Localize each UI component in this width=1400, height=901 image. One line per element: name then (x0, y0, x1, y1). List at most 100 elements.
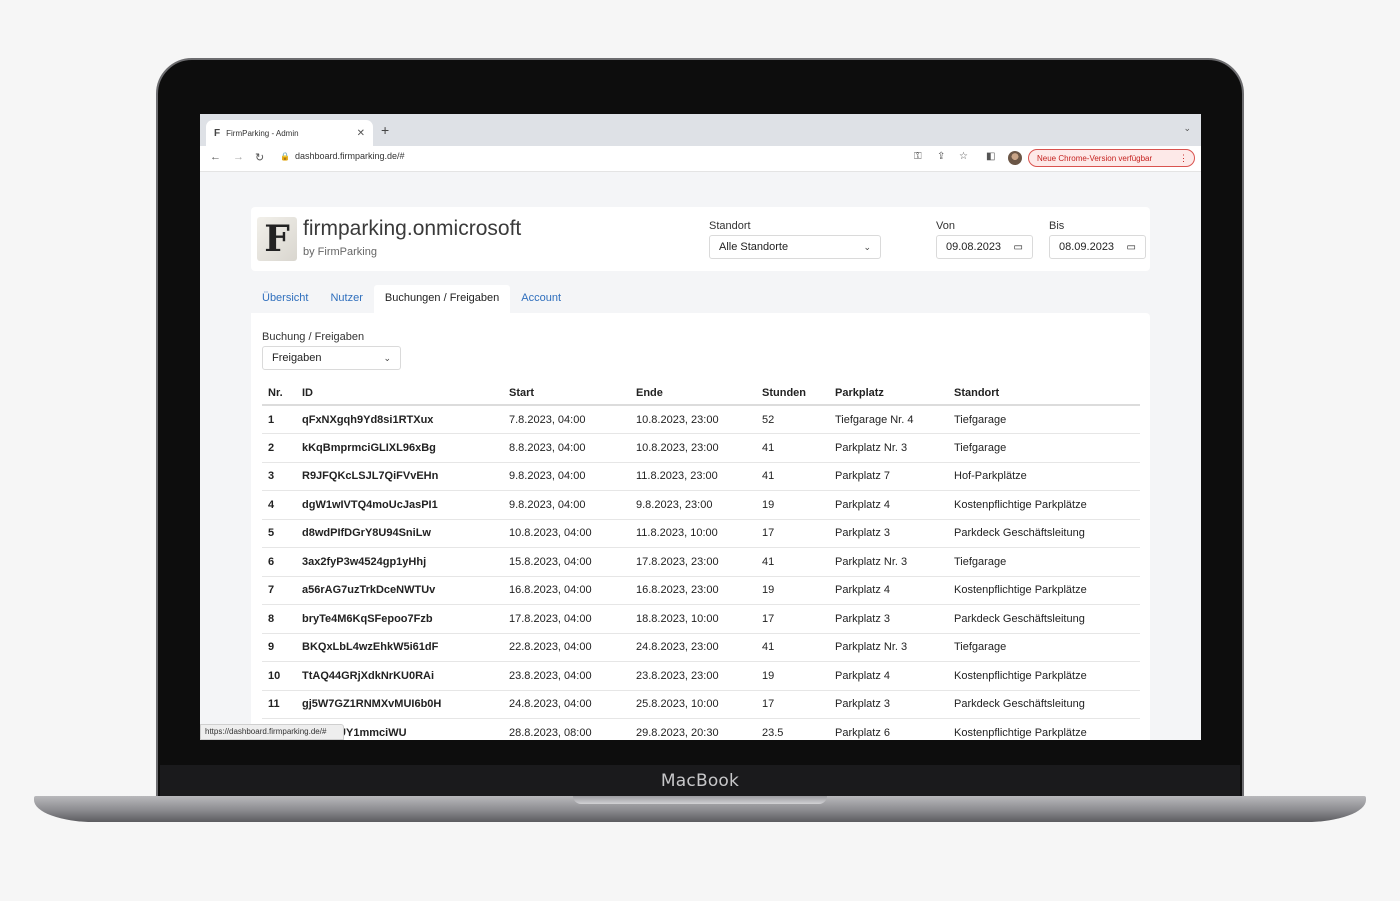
cell-parkplatz: Parkplatz 7 (829, 462, 948, 491)
cell-parkplatz: Parkplatz 4 (829, 490, 948, 520)
table-row[interactable]: 11 gj5W7GZ1RNMXvMUI6b0H 24.8.2023, 04:00 25… (262, 690, 1140, 719)
org-name: firmparking.onmicrosoft (303, 217, 522, 240)
calendar-icon: ▭ (1013, 241, 1023, 253)
tab-uebersicht[interactable]: Übersicht (251, 285, 319, 313)
cell-ende: 9.8.2023, 23:00 (630, 490, 756, 520)
cell-stunden: 41 (756, 433, 829, 463)
cell-id: bryTe4M6KqSFepoo7Fzb (296, 604, 503, 634)
cell-ende: 23.8.2023, 23:00 (630, 661, 756, 691)
cell-parkplatz: Parkplatz 3 (829, 604, 948, 634)
cell-id: dgW1wIVTQ4moUcJasPI1 (296, 490, 503, 520)
cell-nr: 11 (262, 690, 296, 719)
table-row[interactable]: 1 qFxNXgqh9Yd8si1RTXux 7.8.2023, 04:00 10.8… (262, 405, 1140, 434)
cell-start: 9.8.2023, 04:00 (503, 462, 630, 491)
col-header-ende: Ende (630, 381, 756, 406)
cell-nr: 3 (262, 462, 296, 491)
new-tab-icon[interactable]: + (381, 122, 389, 138)
table-row[interactable]: 9 BKQxLbL4wzEhkW5i61dF 22.8.2023, 04:00 24.… (262, 633, 1140, 662)
cell-standort: Tiefgarage (948, 405, 1140, 434)
cell-standort: Kostenpflichtige Parkplätze (948, 490, 1140, 520)
key-icon[interactable]: ⚿ (914, 151, 922, 162)
cell-standort: Tiefgarage (948, 633, 1140, 662)
cell-id: a56rAG7uzTrkDceNWTUv (296, 576, 503, 605)
star-icon[interactable]: ☆ (959, 151, 968, 162)
table-row[interactable]: 6 3ax2fyP3w4524gp1yHhj 15.8.2023, 04:00 17.… (262, 547, 1140, 577)
status-url-tooltip: https://dashboard.firmparking.de/# (200, 724, 344, 740)
logo-icon: F (257, 217, 297, 261)
table-row[interactable]: 5 d8wdPIfDGrY8U94SniLw 10.8.2023, 04:00 11.… (262, 519, 1140, 548)
cell-ende: 18.8.2023, 10:00 (630, 604, 756, 634)
cell-ende: 10.8.2023, 23:00 (630, 405, 756, 434)
cell-nr: 6 (262, 547, 296, 577)
bis-label: Bis (1049, 220, 1065, 232)
forward-icon[interactable]: → (233, 151, 244, 163)
cell-parkplatz: Parkplatz 3 (829, 690, 948, 719)
cell-start: 9.8.2023, 04:00 (503, 490, 630, 520)
cell-ende: 10.8.2023, 23:00 (630, 433, 756, 463)
von-label: Von (936, 220, 955, 232)
cell-start: 17.8.2023, 04:00 (503, 604, 630, 634)
tab-buchungen-freigaben[interactable]: Buchungen / Freigaben (373, 285, 511, 313)
col-header-standort: Standort (948, 381, 1140, 406)
cell-nr: 9 (262, 633, 296, 662)
cell-start: 10.8.2023, 04:00 (503, 519, 630, 548)
bis-value: 08.09.2023 (1059, 241, 1115, 253)
cell-nr: 5 (262, 519, 296, 548)
cell-nr: 1 (262, 405, 296, 434)
table-row[interactable]: 10 TtAQ44GRjXdkNrKU0RAi 23.8.2023, 04:00 23… (262, 661, 1140, 691)
table-row[interactable]: 8 bryTe4M6KqSFepoo7Fzb 17.8.2023, 04:00 18.… (262, 604, 1140, 634)
cell-parkplatz: Parkplatz 6 (829, 718, 948, 740)
von-date-input[interactable]: 09.08.2023 ▭ (936, 235, 1033, 259)
table-row[interactable]: 7 a56rAG7uzTrkDceNWTUv 16.8.2023, 04:00 16.… (262, 576, 1140, 605)
cell-ende: 11.8.2023, 23:00 (630, 462, 756, 491)
lock-icon: 🔒 (280, 151, 290, 161)
cell-nr: 7 (262, 576, 296, 605)
profile-avatar-icon[interactable] (1008, 151, 1022, 165)
cell-stunden: 41 (756, 547, 829, 577)
cell-standort: Kostenpflichtige Parkplätze (948, 576, 1140, 605)
cell-start: 24.8.2023, 04:00 (503, 690, 630, 719)
table-row[interactable]: 4 dgW1wIVTQ4moUcJasPI1 9.8.2023, 04:00 9.8.… (262, 490, 1140, 520)
address-bar[interactable]: 🔒 dashboard.firmparking.de/# (280, 151, 405, 161)
calendar-icon: ▭ (1126, 241, 1136, 253)
back-icon[interactable]: ← (210, 151, 221, 163)
browser-tab[interactable]: F FirmParking - Admin ✕ (206, 120, 373, 146)
content-card: Buchung / Freigaben Freigaben ⌄ Nr. ID S… (251, 313, 1150, 740)
cell-standort: Parkdeck Geschäftsleitung (948, 519, 1140, 548)
browser-toolbar: ← → ↻ 🔒 dashboard.firmparking.de/# ⚿ ⇪ ☆… (200, 146, 1201, 172)
cell-id: BKQxLbL4wzEhkW5i61dF (296, 633, 503, 662)
cell-start: 22.8.2023, 04:00 (503, 633, 630, 662)
cell-nr: 4 (262, 490, 296, 520)
cell-ende: 25.8.2023, 10:00 (630, 690, 756, 719)
cell-nr: 10 (262, 661, 296, 691)
cell-id: R9JFQKcLSJL7QiFVvEHn (296, 462, 503, 491)
von-value: 09.08.2023 (946, 241, 1002, 253)
cell-parkplatz: Parkplatz 3 (829, 519, 948, 548)
standort-select[interactable]: Alle Standorte ⌄ (709, 235, 881, 259)
chevron-down-icon[interactable]: ⌄ (1183, 123, 1191, 134)
close-icon[interactable]: ✕ (357, 128, 365, 139)
bis-date-input[interactable]: 08.09.2023 ▭ (1049, 235, 1146, 259)
reload-icon[interactable]: ↻ (255, 151, 264, 164)
org-subtitle: by FirmParking (303, 246, 377, 258)
col-header-stunden: Stunden (756, 381, 829, 406)
share-icon[interactable]: ⇪ (937, 151, 945, 162)
favicon-icon: F (214, 127, 221, 139)
cell-stunden: 17 (756, 519, 829, 548)
table-row[interactable]: 2 kKqBmprmciGLIXL96xBg 8.8.2023, 04:00 10.8… (262, 433, 1140, 463)
chrome-update-button[interactable]: Neue Chrome-Version verfügbar ⋮ (1028, 149, 1195, 167)
table-row[interactable]: 3 R9JFQKcLSJL7QiFVvEHn 9.8.2023, 04:00 11.8… (262, 462, 1140, 491)
cell-id: kKqBmprmciGLIXL96xBg (296, 433, 503, 463)
filter-select[interactable]: Freigaben ⌄ (262, 346, 401, 370)
side-panel-icon[interactable]: ◧ (986, 151, 995, 162)
page-tabs: Übersicht Nutzer Buchungen / Freigaben A… (251, 285, 572, 313)
table-row[interactable]: 12EvtrzMUY1mmciWU28.8.2023, 08:0029.8.20… (262, 718, 1140, 740)
cell-id: TtAQ44GRjXdkNrKU0RAi (296, 661, 503, 691)
cell-parkplatz: Parkplatz Nr. 3 (829, 547, 948, 577)
cell-parkplatz: Parkplatz Nr. 3 (829, 633, 948, 662)
cell-ende: 24.8.2023, 23:00 (630, 633, 756, 662)
cell-stunden: 19 (756, 576, 829, 605)
tab-nutzer[interactable]: Nutzer (319, 285, 373, 313)
tab-account[interactable]: Account (510, 285, 572, 313)
cell-parkplatz: Parkplatz 4 (829, 661, 948, 691)
